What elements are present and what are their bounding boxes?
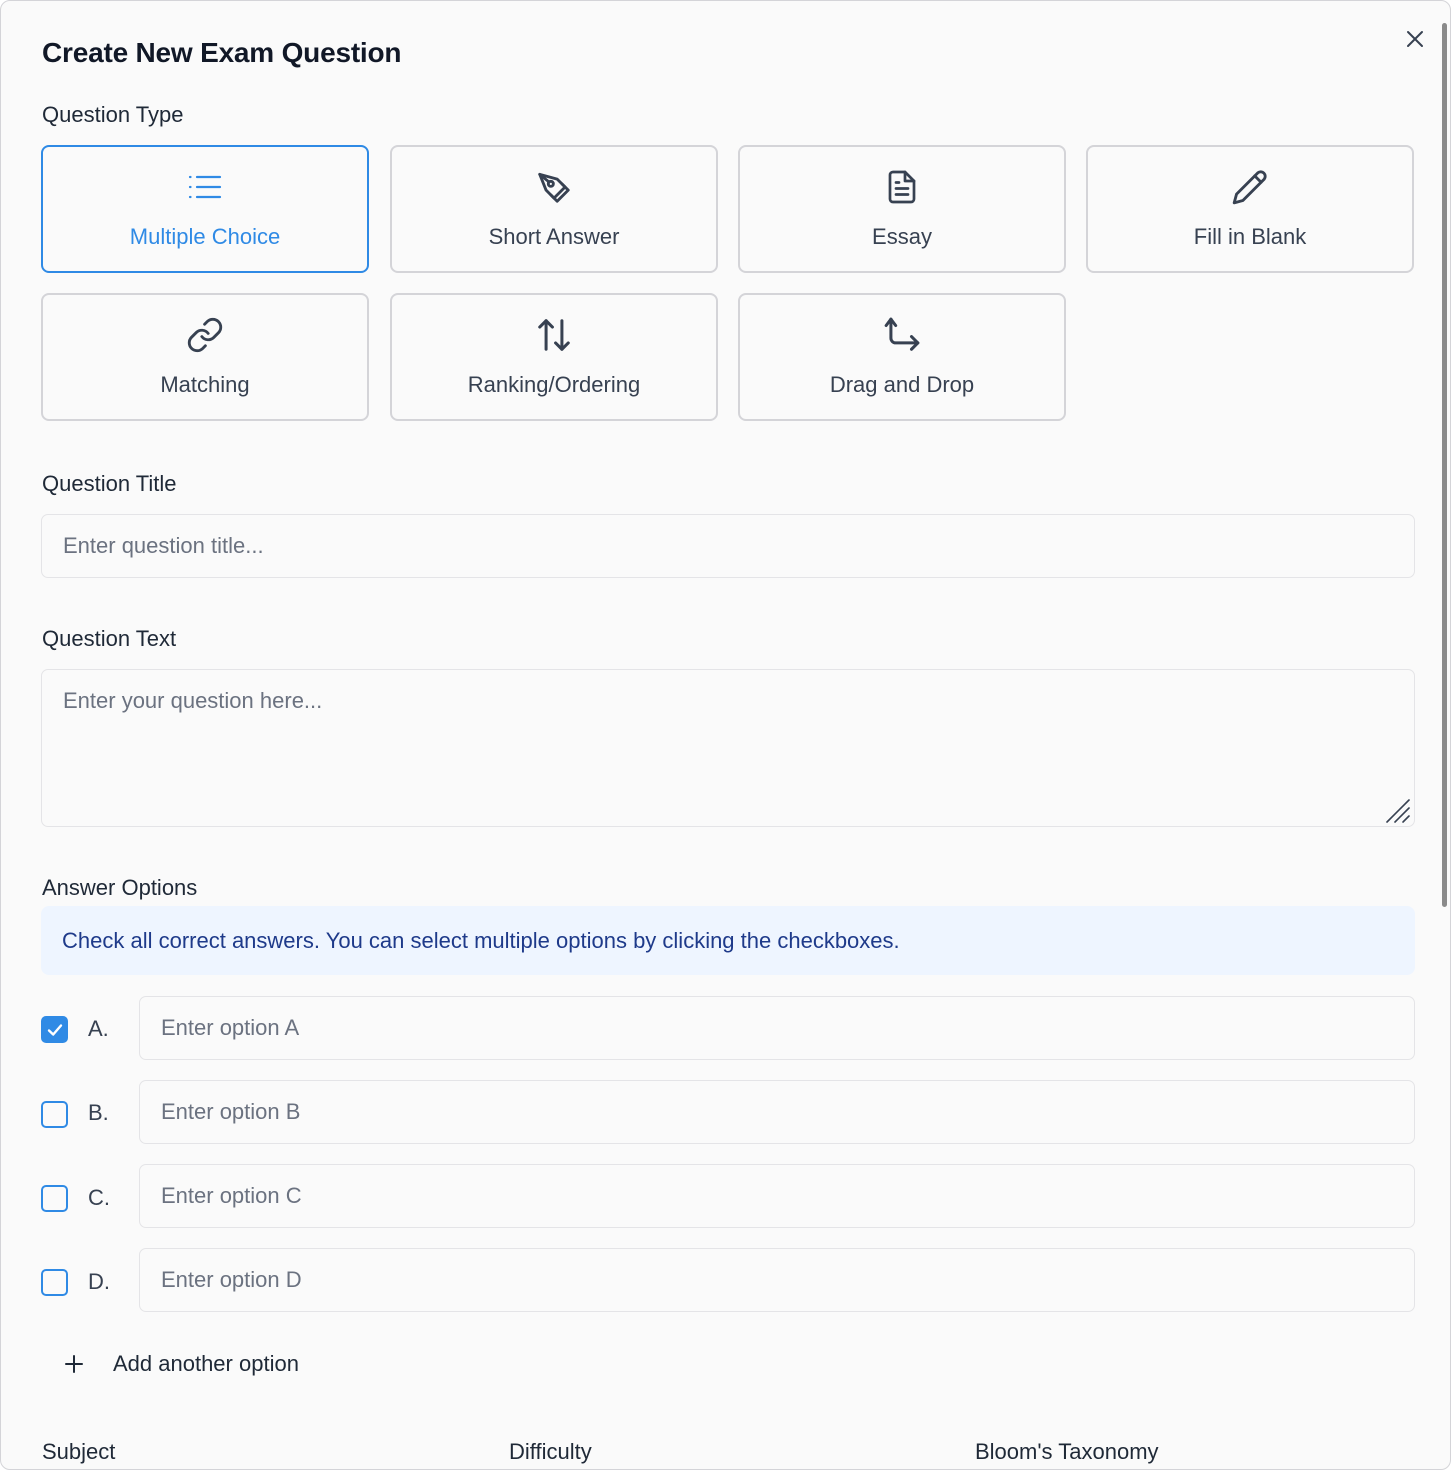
option-a-letter: A. [88, 1016, 109, 1041]
close-icon [1407, 31, 1423, 47]
question-type-label: Question Type [42, 102, 184, 127]
check-icon [47, 1023, 62, 1036]
option-b-checkbox[interactable] [41, 1101, 68, 1128]
type-option-label: Ranking/Ordering [467, 372, 641, 397]
option-a-input[interactable] [139, 996, 1415, 1060]
type-option-label: Fill in Blank [1193, 224, 1307, 249]
type-option-ranking-ordering[interactable]: Ranking/Ordering [390, 293, 718, 421]
pen-tool-icon [538, 172, 570, 203]
type-option-label: Essay [872, 224, 932, 249]
option-d-checkbox[interactable] [41, 1269, 68, 1296]
type-option-short-answer[interactable]: Short Answer [390, 145, 718, 273]
add-option-label: Add another option [113, 1351, 299, 1376]
question-text-input[interactable] [41, 669, 1415, 827]
blooms-taxonomy-label: Bloom's Taxonomy [975, 1439, 1159, 1464]
type-option-drag-and-drop[interactable]: Drag and Drop [738, 293, 1066, 421]
type-option-essay[interactable]: Essay [738, 145, 1066, 273]
type-option-label: Short Answer [488, 224, 620, 249]
create-question-dialog: Create New Exam Question Question Type M… [0, 0, 1451, 1470]
difficulty-label: Difficulty [509, 1439, 592, 1464]
type-option-fill-in-blank[interactable]: Fill in Blank [1086, 145, 1414, 273]
type-option-label: Drag and Drop [829, 372, 975, 397]
option-c-input[interactable] [139, 1164, 1415, 1228]
drag-move-icon [884, 317, 920, 351]
scrollbar[interactable] [1442, 23, 1447, 907]
question-title-label: Question Title [42, 471, 177, 496]
option-d-input[interactable] [139, 1248, 1415, 1312]
add-option-button[interactable]: Add another option [59, 1345, 299, 1383]
pencil-icon [1232, 170, 1267, 205]
option-a-checkbox[interactable] [41, 1016, 68, 1043]
plus-icon [65, 1355, 83, 1373]
option-b-input[interactable] [139, 1080, 1415, 1144]
type-option-multiple-choice[interactable]: Multiple Choice [41, 145, 369, 273]
answer-options-label: Answer Options [42, 875, 198, 900]
type-option-label: Matching [160, 372, 250, 397]
option-c-letter: C. [88, 1185, 110, 1210]
dialog-title: Create New Exam Question [42, 37, 402, 68]
option-b-letter: B. [88, 1100, 109, 1125]
link-icon [187, 317, 223, 353]
sort-arrows-icon [538, 319, 570, 351]
type-option-matching[interactable]: Matching [41, 293, 369, 421]
question-title-input[interactable] [41, 514, 1415, 578]
type-option-label: Multiple Choice [129, 224, 281, 249]
option-d-letter: D. [88, 1269, 110, 1294]
option-c-checkbox[interactable] [41, 1185, 68, 1212]
question-text-label: Question Text [42, 626, 177, 651]
answer-options-hint: Check all correct answers. You can selec… [41, 906, 1415, 975]
list-icon [188, 175, 222, 199]
document-icon [888, 170, 916, 204]
close-button[interactable] [1401, 25, 1429, 53]
subject-label: Subject [42, 1439, 116, 1464]
resize-handle-icon[interactable] [1385, 798, 1413, 826]
